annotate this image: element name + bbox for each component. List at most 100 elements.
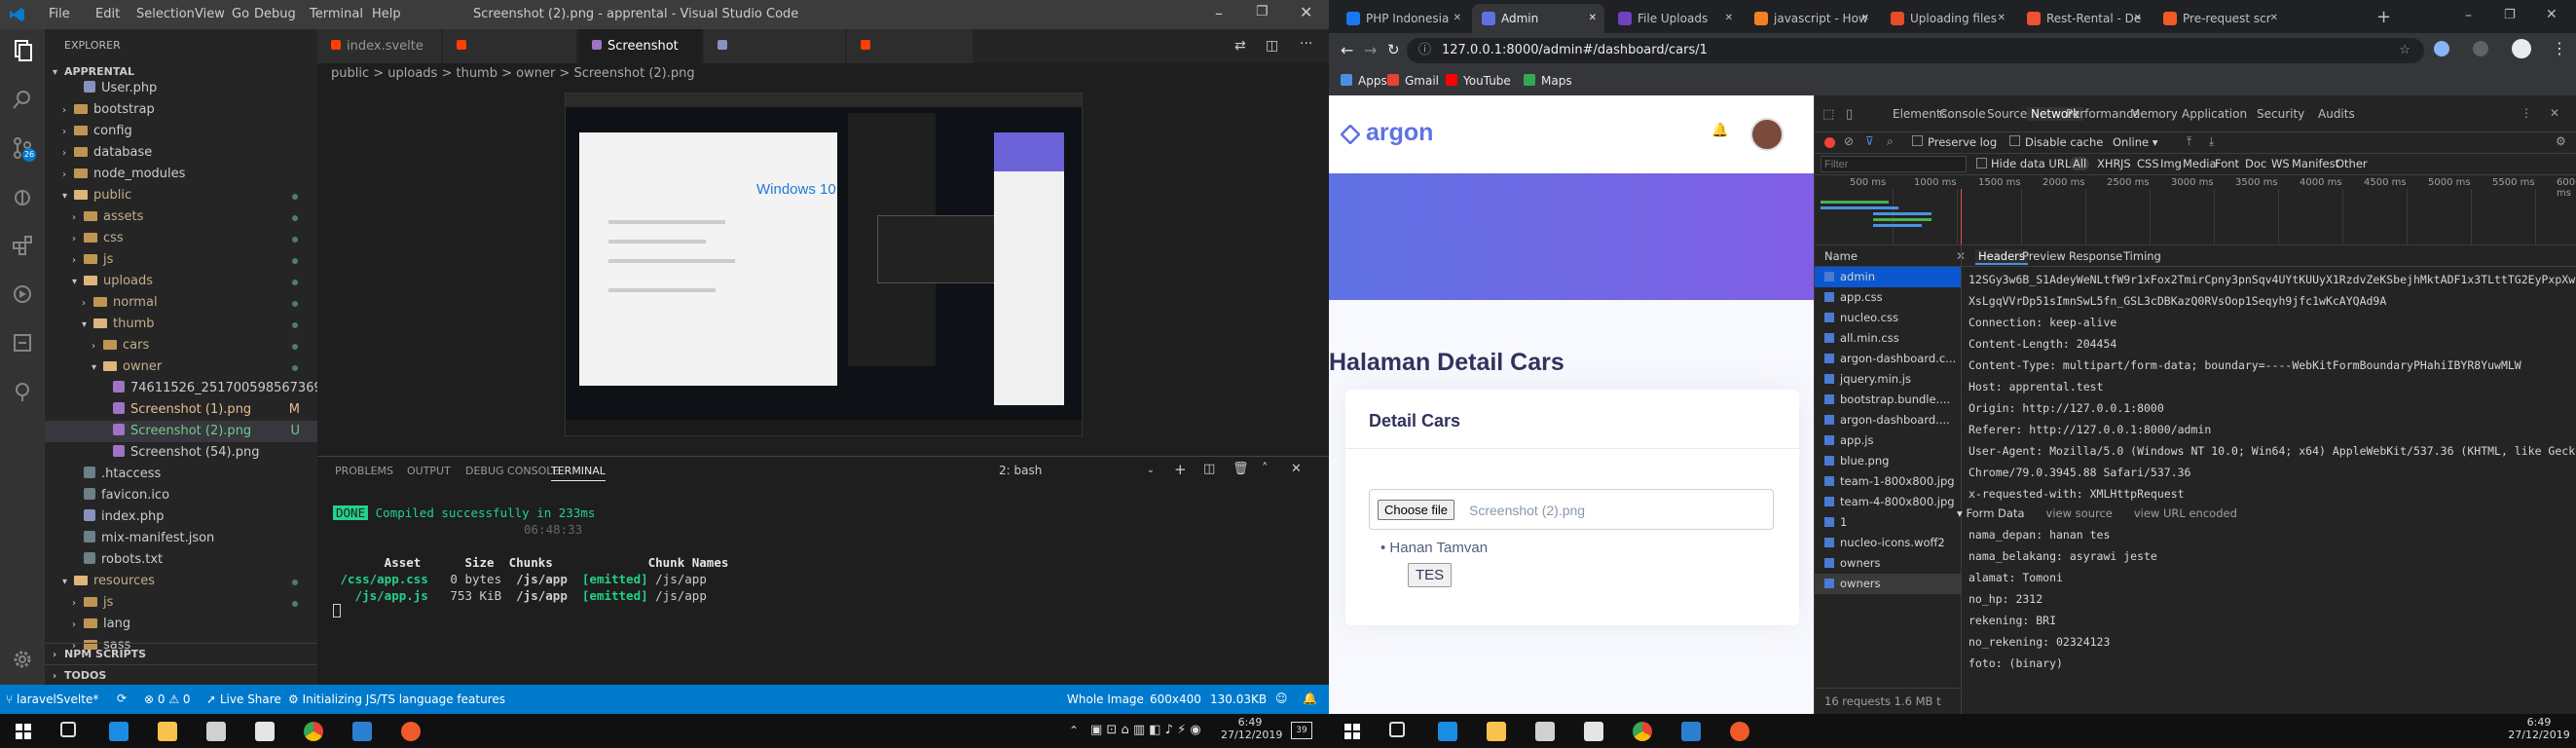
record-icon[interactable]	[1824, 137, 1835, 148]
feedback-icon[interactable]: ☺	[1275, 692, 1288, 705]
tree-item[interactable]: › bootstrap	[45, 99, 317, 121]
editor-tab[interactable]: Dashboard.svelte	[847, 29, 974, 88]
profile-avatar[interactable]	[2512, 39, 2531, 58]
type-filter-all[interactable]: All	[2070, 157, 2090, 170]
chrome-icon[interactable]	[304, 722, 323, 741]
problems-indicator[interactable]: ⊗ 0 ⚠ 0	[144, 692, 191, 706]
bell-icon[interactable]: 🔔	[1303, 692, 1317, 705]
devtools-tab-console[interactable]: Console	[1939, 107, 1986, 121]
source-control-icon[interactable]: 26	[11, 136, 36, 162]
tree-item[interactable]: › database	[45, 142, 317, 164]
panel-tab-terminal[interactable]: TERMINAL	[551, 465, 606, 481]
breadcrumb[interactable]: public > uploads > thumb > owner > Scree…	[317, 63, 1329, 85]
debug-icon[interactable]	[11, 185, 34, 208]
type-filter-media[interactable]: Media	[2183, 157, 2217, 170]
npm-scripts-section[interactable]: › NPM SCRIPTS	[45, 643, 317, 664]
address-bar[interactable]: ⓘ 127.0.0.1:8000/admin#/dashboard/cars/1…	[1407, 38, 2424, 63]
menu-go[interactable]: Go	[232, 7, 249, 21]
type-filter-doc[interactable]: Doc	[2245, 157, 2266, 170]
postman-icon[interactable]	[1730, 722, 1749, 741]
image-mode[interactable]: Whole Image	[1067, 692, 1144, 706]
screenshot-preview[interactable]: Windows 10	[565, 93, 1083, 436]
close-tab-icon[interactable]: ✕	[1725, 4, 1733, 33]
disable-cache-checkbox[interactable]	[2009, 135, 2020, 146]
split-editor-icon[interactable]: ⇄	[1234, 38, 1246, 54]
hide-data-urls-checkbox[interactable]	[1976, 158, 1987, 168]
close-window-icon[interactable]: ✕	[2546, 7, 2558, 22]
type-filter-img[interactable]: Img	[2160, 157, 2182, 170]
task-view-icon[interactable]	[1389, 722, 1405, 737]
back-icon[interactable]: ←	[1341, 41, 1353, 59]
trash-icon[interactable]: 🗑	[1233, 462, 1249, 476]
vscode-taskbar-icon[interactable]	[352, 722, 372, 741]
choose-file-button[interactable]: Choose file	[1378, 500, 1455, 520]
tree-item[interactable]: ▾ public	[45, 185, 317, 206]
liveshare-status[interactable]: ➚ Live Share	[206, 692, 281, 706]
type-filter-ws[interactable]: WS	[2271, 157, 2290, 170]
task-view-icon[interactable]	[60, 722, 76, 737]
clock-left[interactable]: 6:49 27/12/2019	[1221, 716, 1282, 741]
tree-item[interactable]: ▾ thumb	[45, 314, 317, 335]
extension-icon[interactable]	[2434, 41, 2449, 56]
inspect-icon[interactable]: ⬚	[1822, 107, 1834, 122]
filter-funnel-icon[interactable]: ⊽	[1865, 134, 1874, 148]
split-icon[interactable]: ◫	[1266, 38, 1278, 54]
tree-item[interactable]: › node_modules	[45, 164, 317, 185]
edge-icon[interactable]	[1438, 722, 1457, 741]
store-icon[interactable]	[206, 722, 226, 741]
test-icon[interactable]	[11, 331, 34, 355]
menu-terminal[interactable]: Terminal	[310, 7, 363, 21]
type-filter-other[interactable]: Other	[2336, 157, 2368, 170]
detail-tab-response[interactable]: Response	[2069, 249, 2122, 263]
close-tab-icon[interactable]: ✕	[2270, 4, 2278, 33]
tree-item[interactable]: Screenshot (54).png	[45, 442, 317, 464]
tree-item[interactable]: Screenshot (2).png U	[45, 421, 317, 442]
editor-tab[interactable]: DetailCars.svelte	[443, 29, 577, 88]
editor-tab[interactable]: OwnerController.php	[704, 29, 848, 88]
view-url-encoded-link[interactable]: view URL encoded	[2134, 506, 2237, 520]
close-tab-icon[interactable]: ✕	[1998, 4, 2006, 33]
extension-icon[interactable]	[2473, 41, 2488, 56]
terminal-output[interactable]: DONE Compiled successfully in 233ms 06:4…	[333, 488, 728, 621]
bookmark-gmail[interactable]: Gmail	[1387, 74, 1439, 88]
workspace-root[interactable]: ▾ APPRENTAL	[53, 65, 134, 78]
settings-gear-icon[interactable]	[11, 648, 34, 671]
bookmark-apps[interactable]: Apps	[1341, 74, 1387, 88]
tray-icons[interactable]: ▣ ⊡ ⌂ ▥ ◧ ♪ ⚡ ◉	[1090, 723, 1201, 737]
split-terminal-icon[interactable]: ◫	[1203, 462, 1215, 476]
devtools-close-icon[interactable]: ✕	[2550, 106, 2559, 120]
tree-item[interactable]: Screenshot (1).png M	[45, 399, 317, 421]
forward-icon[interactable]: →	[1364, 41, 1377, 59]
view-source-link[interactable]: view source	[2046, 506, 2113, 520]
chrome-menu-icon[interactable]: ⋮	[2552, 39, 2567, 57]
close-tab-icon[interactable]: ✕	[2134, 4, 2142, 33]
info-icon[interactable]: ⓘ	[1418, 38, 1431, 63]
device-toggle-icon[interactable]: ▯	[1846, 107, 1853, 122]
detail-tab-preview[interactable]: Preview	[2022, 249, 2066, 263]
close-tab-icon[interactable]: ✕	[1589, 4, 1597, 33]
edge-icon[interactable]	[109, 722, 129, 741]
close-window-icon[interactable]: ✕	[1300, 3, 1312, 21]
detail-tab-timing[interactable]: Timing	[2123, 249, 2161, 263]
tree-item[interactable]: mix-manifest.json	[45, 528, 317, 549]
close-panel-icon[interactable]: ✕	[1291, 462, 1302, 476]
close-tab-icon[interactable]: ✕	[1454, 4, 1461, 33]
user-avatar[interactable]	[1750, 118, 1784, 151]
clock-right[interactable]: 6:49 27/12/2019	[2508, 716, 2570, 741]
chrome-icon[interactable]	[1633, 722, 1652, 741]
tree-item[interactable]: User.php	[45, 78, 317, 99]
import-icon[interactable]: ⤒	[2187, 134, 2191, 149]
type-filter-xhr[interactable]: XHR	[2097, 157, 2121, 170]
minimize-icon[interactable]: –	[1215, 4, 1223, 22]
store-icon[interactable]	[1535, 722, 1555, 741]
tree-item[interactable]: › assets	[45, 206, 317, 228]
devtools-tab-performance[interactable]: Performance	[2066, 107, 2140, 121]
form-data-section-header[interactable]: ▾ Form Data view source view URL encoded	[1957, 506, 2237, 520]
bookmark-maps[interactable]: Maps	[1524, 74, 1572, 88]
browser-tab[interactable]: Pre-request scr ✕	[2153, 4, 2286, 33]
panel-tab-problems[interactable]: PROBLEMS	[335, 465, 393, 477]
devtools-tab-security[interactable]: Security	[2257, 107, 2304, 121]
mail-icon[interactable]	[255, 722, 275, 741]
reload-icon[interactable]: ↻	[1387, 41, 1400, 58]
extensions-icon[interactable]	[11, 234, 34, 257]
